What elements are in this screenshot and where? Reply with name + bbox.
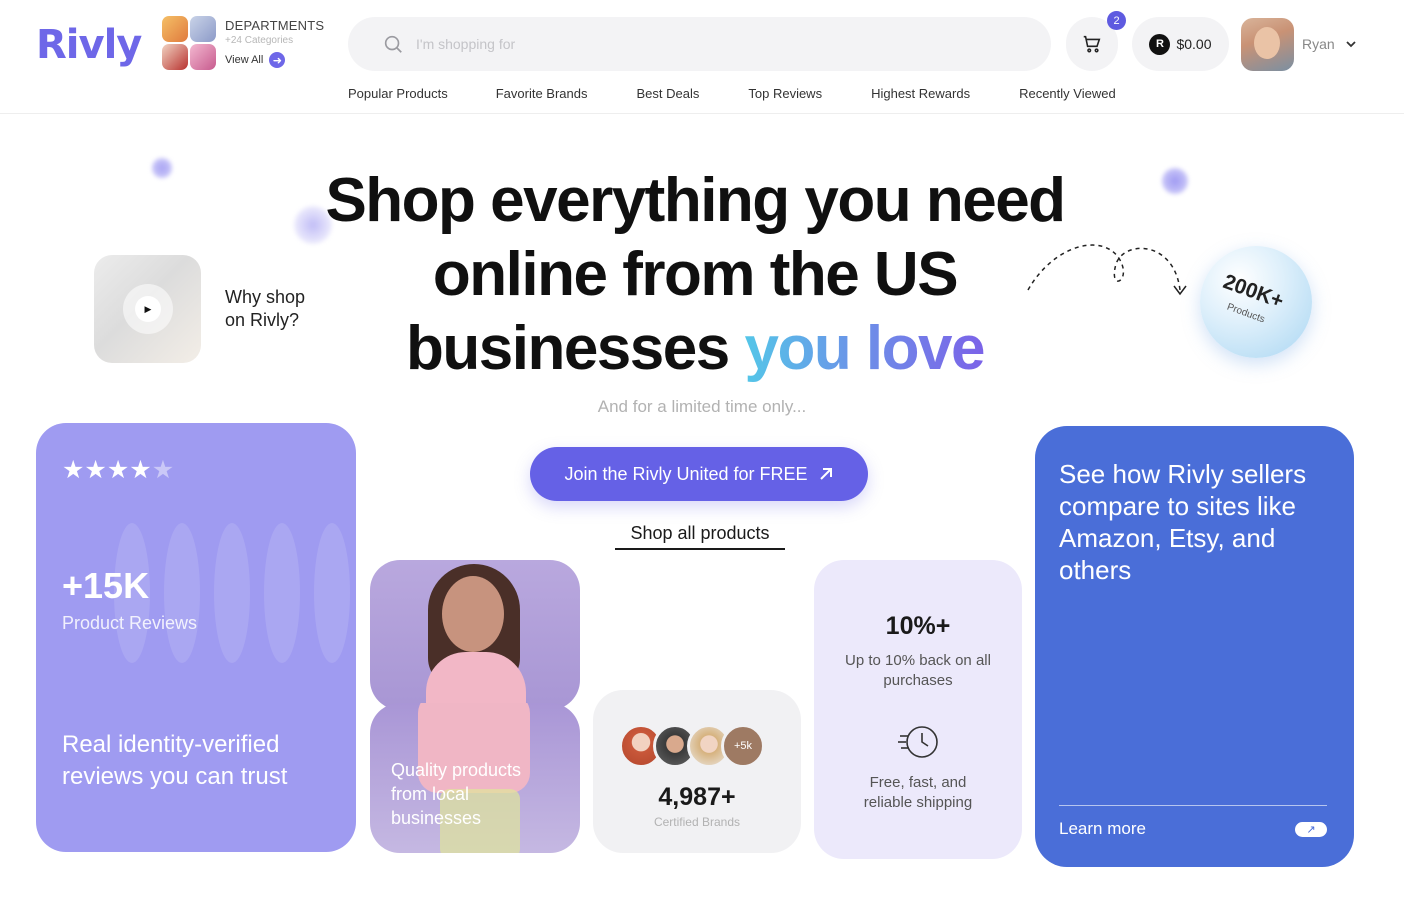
search-icon <box>384 35 402 53</box>
why-shop-label: Why shop on Rivly? <box>225 287 306 330</box>
decorative-wave <box>164 523 200 663</box>
arrow-up-right-icon: ↗ <box>1295 821 1327 837</box>
nav-favorite-brands[interactable]: Favorite Brands <box>496 86 588 101</box>
departments-title: DEPARTMENTS <box>225 18 325 33</box>
nav-top-reviews[interactable]: Top Reviews <box>748 86 822 101</box>
cashback-percent: 10%+ <box>885 612 951 640</box>
reviews-count: +15K <box>62 565 150 606</box>
product-photo <box>370 560 580 710</box>
join-free-button[interactable]: Join the Rivly United for FREE <box>530 447 868 501</box>
nav-recently-viewed[interactable]: Recently Viewed <box>1019 86 1116 101</box>
departments-thumbnails <box>162 16 216 70</box>
nav-popular-products[interactable]: Popular Products <box>348 86 448 101</box>
hero-line-3-highlight: you love <box>744 314 985 383</box>
play-button[interactable]: ▶ <box>123 284 173 334</box>
star-icon: ★ <box>62 456 85 484</box>
decorative-wave <box>314 523 350 663</box>
photo-body <box>426 652 526 710</box>
hero-headline: Shop everything you need online from the… <box>260 164 1130 386</box>
user-name: Ryan <box>1302 36 1335 52</box>
certified-brands-card[interactable]: +5k 4,987+ Certified Brands <box>593 690 801 853</box>
reviews-tagline: Real identity-verified reviews you can t… <box>62 731 288 790</box>
rivly-coin-icon: R <box>1149 33 1171 55</box>
reviews-card[interactable]: ★★★★★ +15K Product Reviews Real identity… <box>36 423 356 852</box>
cart-count-badge: 2 <box>1107 11 1126 30</box>
main-nav: Popular Products Favorite Brands Best De… <box>348 86 1116 101</box>
hero-subtitle: And for a limited time only... <box>597 397 807 416</box>
view-all-link[interactable]: View All ➜ <box>225 52 286 68</box>
play-icon: ▶ <box>135 296 161 322</box>
header: Rivly DEPARTMENTS +24 Categories View Al… <box>0 0 1404 114</box>
user-menu[interactable]: Ryan <box>1241 17 1357 71</box>
decorative-wave <box>264 523 300 663</box>
hero-line-3-plain: businesses <box>406 314 730 383</box>
brands-label: Certified Brands <box>653 815 741 829</box>
star-rating: ★★★★★ <box>62 455 174 485</box>
star-icon: ★ <box>129 456 152 484</box>
fast-shipping-icon <box>898 726 938 758</box>
departments-subtitle: +24 Categories <box>225 35 294 46</box>
cashback-text: Up to 10% back on all purchases <box>845 652 991 689</box>
cart-button[interactable]: 2 <box>1066 11 1126 71</box>
more-brands-badge: +5k <box>721 724 765 768</box>
quality-products-card[interactable]: Quality products from local businesses <box>370 560 580 853</box>
search-input[interactable] <box>416 36 1016 52</box>
star-icon: ★ <box>84 456 107 484</box>
brands-count: 4,987+ <box>658 783 736 811</box>
rewards-card[interactable]: 10%+ Up to 10% back on all purchases Fre… <box>814 560 1022 859</box>
hero-line-3: businesses you love <box>260 312 1130 386</box>
nav-highest-rewards[interactable]: Highest Rewards <box>871 86 970 101</box>
divider <box>1059 805 1327 806</box>
arrow-right-icon: ➜ <box>269 52 286 68</box>
logo[interactable]: Rivly <box>36 22 142 68</box>
hero-line-2: online from the US <box>432 240 959 309</box>
view-all-label: View All <box>225 54 264 66</box>
learn-more-link[interactable]: Learn more ↗ <box>1059 819 1327 839</box>
photo-face <box>442 576 504 652</box>
hero-line-1: Shop everything you need <box>325 166 1066 235</box>
cart-icon <box>1083 35 1101 53</box>
star-icon: ★ <box>151 456 175 484</box>
decorative-wave <box>214 523 250 663</box>
search-bar[interactable] <box>348 17 1051 71</box>
chevron-down-icon <box>1346 41 1356 48</box>
wallet-balance[interactable]: R $0.00 <box>1132 17 1229 71</box>
compare-title: See how Rivly sellers compare to sites l… <box>1059 459 1307 585</box>
brand-avatars: +5k <box>619 724 765 768</box>
arrow-up-right-icon <box>819 468 832 480</box>
departments-menu[interactable]: DEPARTMENTS +24 Categories View All ➜ <box>162 16 342 72</box>
compare-sites-card[interactable]: See how Rivly sellers compare to sites l… <box>1035 426 1354 867</box>
join-free-label: Join the Rivly United for FREE <box>564 463 808 484</box>
nav-best-deals[interactable]: Best Deals <box>637 86 700 101</box>
star-icon: ★ <box>106 456 130 484</box>
video-thumbnail[interactable]: ▶ <box>94 255 201 363</box>
quality-products-text: Quality products from local businesses <box>391 760 522 828</box>
decorative-blob <box>1162 168 1188 194</box>
learn-more-label: Learn more <box>1059 819 1146 838</box>
wallet-amount: $0.00 <box>1176 36 1212 52</box>
avatar <box>1241 17 1294 71</box>
decorative-blob <box>152 158 172 178</box>
reviews-label: Product Reviews <box>62 613 198 633</box>
shop-all-products-link[interactable]: Shop all products <box>615 523 785 550</box>
shipping-text: Free, fast, and reliable shipping <box>863 774 973 811</box>
dashed-curve-arrow <box>1027 244 1187 296</box>
products-count-badge: 200K+ Products <box>1200 246 1312 358</box>
why-shop-video[interactable]: ▶ Why shop on Rivly? <box>94 255 325 363</box>
